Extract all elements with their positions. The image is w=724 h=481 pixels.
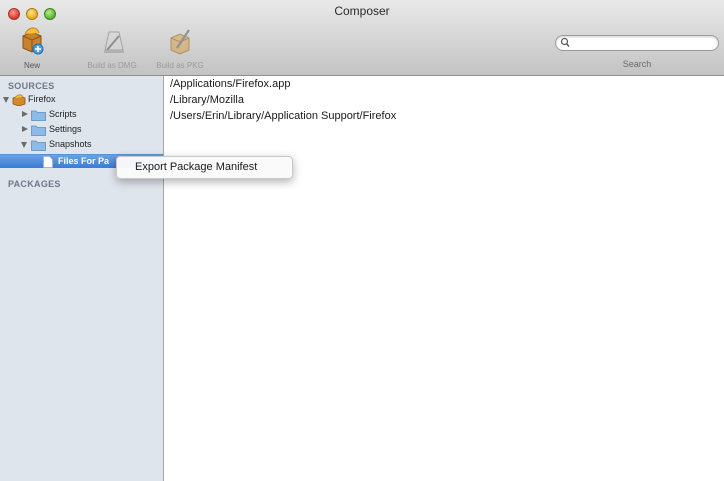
list-item[interactable]: /Library/Mozilla: [170, 94, 244, 106]
composer-window: Composer New Build as DMG Build as PKG S…: [0, 0, 724, 481]
list-item[interactable]: /Users/Erin/Library/Application Support/…: [170, 110, 396, 122]
search-input[interactable]: [572, 37, 712, 49]
sidebar-item-label: Settings: [49, 124, 82, 134]
folder-icon: [31, 140, 46, 151]
new-button[interactable]: New: [2, 24, 62, 70]
sidebar-item-snapshots[interactable]: Snapshots: [0, 138, 163, 152]
build-as-dmg-button[interactable]: Build as DMG: [82, 24, 142, 70]
disclosure-collapsed-icon[interactable]: [22, 111, 28, 117]
sources-heading: SOURCES: [8, 81, 55, 91]
context-menu: Export Package Manifest: [116, 156, 293, 179]
package-build-icon: [170, 29, 190, 55]
sidebar: SOURCES Firefox Scripts Settings Snapsho…: [0, 76, 164, 481]
toolbar: Composer New Build as DMG Build as PKG S…: [0, 0, 724, 76]
sidebar-item-label: Files For Pa: [58, 156, 110, 166]
sidebar-item-label: Scripts: [49, 109, 77, 119]
window-title: Composer: [334, 4, 390, 18]
disk-image-icon: [104, 31, 124, 53]
sidebar-item-label: Firefox: [28, 94, 56, 104]
sidebar-item-label: Snapshots: [49, 139, 92, 149]
search-field[interactable]: [555, 35, 719, 51]
file-list: /Applications/Firefox.app /Library/Mozil…: [166, 78, 722, 478]
new-button-label: New: [23, 61, 40, 70]
disclosure-collapsed-icon[interactable]: [22, 126, 28, 132]
sidebar-item-settings[interactable]: Settings: [0, 123, 163, 137]
document-icon: [43, 156, 53, 168]
search-control: Search: [555, 35, 719, 73]
disclosure-expanded-icon[interactable]: [3, 97, 9, 103]
sidebar-item-firefox[interactable]: Firefox: [0, 93, 163, 107]
firefox-package-icon: [12, 94, 26, 106]
list-item[interactable]: /Applications/Firefox.app: [170, 78, 290, 90]
search-label: Search: [622, 59, 652, 69]
packages-heading: PACKAGES: [8, 179, 61, 189]
sidebar-item-scripts[interactable]: Scripts: [0, 108, 163, 122]
folder-icon: [31, 125, 46, 136]
build-as-pkg-button[interactable]: Build as PKG: [150, 24, 210, 70]
disclosure-expanded-icon[interactable]: [21, 142, 27, 148]
magnifier-icon: [560, 37, 570, 47]
folder-icon: [31, 110, 46, 121]
export-package-manifest-menu-item[interactable]: Export Package Manifest: [117, 160, 292, 175]
build-as-pkg-label: Build as PKG: [156, 61, 204, 70]
new-package-icon: [22, 27, 44, 55]
